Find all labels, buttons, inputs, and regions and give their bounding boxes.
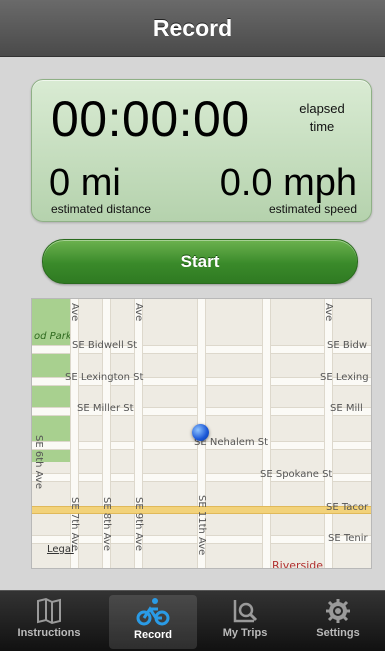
street-label: SE Tenir (328, 533, 368, 544)
avenue-label: SE 8th Ave (101, 497, 112, 551)
avenue-line (262, 299, 271, 568)
stats-panel: 00:00:00 elapsed time 0 mi estimated dis… (31, 79, 372, 222)
avenue-label: Ave (323, 303, 334, 322)
tab-label: Settings (316, 627, 360, 639)
bicycle-icon (136, 598, 170, 626)
distance-label: estimated distance (51, 202, 152, 216)
trips-search-icon (233, 600, 258, 623)
current-location-pin (192, 424, 209, 441)
avenue-label: Ave (133, 303, 144, 322)
gear-icon (326, 599, 350, 623)
start-button[interactable]: Start (42, 239, 358, 284)
elapsed-time-value: 00:00:00 (51, 91, 250, 147)
street-label: SE Tacor (326, 502, 369, 513)
speed-label: estimated speed (268, 202, 357, 216)
tab-my-trips[interactable]: My Trips (201, 595, 289, 649)
legal-link[interactable]: Legal (47, 544, 74, 555)
tab-record[interactable]: Record (109, 595, 197, 649)
park-label: od Park (34, 331, 72, 342)
tab-instructions[interactable]: Instructions (5, 595, 93, 649)
distance-value: 0 mi (49, 162, 121, 204)
street-label: SE Bidwell St (72, 340, 138, 351)
area-label: Riverside (272, 559, 324, 569)
tab-bar: Instructions Record My Trips Settings (0, 590, 385, 651)
tab-label: Instructions (17, 627, 81, 639)
avenue-label: SE 7th Ave (69, 497, 80, 551)
avenue-label: Ave (69, 303, 80, 322)
street-label: SE Lexing (320, 372, 369, 383)
tab-label: My Trips (222, 627, 268, 639)
speed-value: 0.0 mph (219, 162, 357, 204)
map-view[interactable]: od Park SE Bidwell St SE Lexington St SE… (31, 298, 372, 569)
street-label: SE Mill (330, 403, 363, 414)
tab-label: Record (134, 629, 172, 641)
street-label: SE Lexington St (65, 372, 144, 383)
street-label: SE Miller St (77, 403, 134, 414)
map-book-icon (37, 597, 61, 625)
navigation-bar: Record (0, 0, 385, 57)
elapsed-time-label: elapsed time (299, 101, 345, 134)
tab-settings[interactable]: Settings (294, 595, 382, 649)
street-label: SE Bidw (327, 340, 368, 351)
street-label: SE Spokane St (260, 469, 333, 480)
avenue-label: SE 11th Ave (196, 495, 207, 556)
avenue-label: SE 9th Ave (133, 497, 144, 551)
page-title: Record (152, 14, 233, 41)
avenue-label: SE 6th Ave (33, 435, 44, 489)
